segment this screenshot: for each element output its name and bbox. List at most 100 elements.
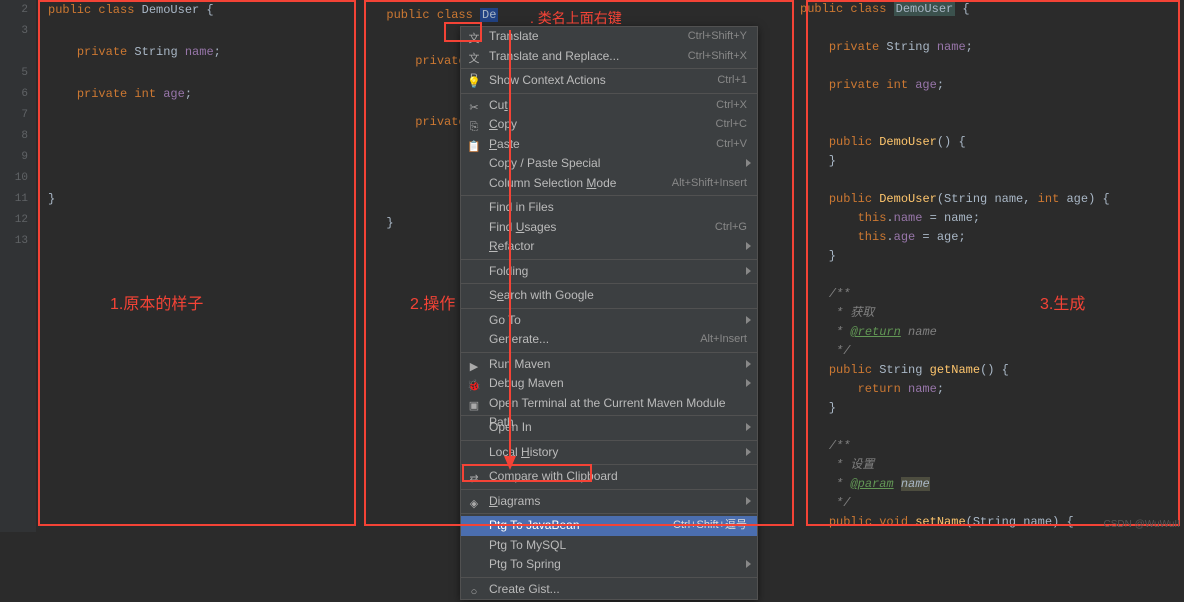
line-number: 12	[0, 210, 36, 231]
menu-item-paste[interactable]: 📋PasteCtrl+V	[461, 135, 757, 155]
menu-item-folding[interactable]: Folding	[461, 262, 757, 282]
code-line: /**	[800, 285, 1184, 304]
menu-icon: ◈	[467, 495, 481, 509]
context-menu[interactable]: 文TranslateCtrl+Shift+Y文RTranslate and Re…	[460, 26, 758, 600]
menu-item-open-terminal-at-the-current-maven-module-path[interactable]: ▣ Open Terminal at the Current Maven Modu…	[461, 394, 757, 414]
menu-item-diagrams[interactable]: ◈ Diagrams	[461, 492, 757, 512]
line-number: 6	[0, 84, 36, 105]
menu-item-column-selection-mode[interactable]: Column Selection Mode Alt+Shift+Insert	[461, 174, 757, 194]
menu-item-go-to[interactable]: Go To	[461, 311, 757, 331]
code-line: public class DemoUser {	[800, 0, 1184, 19]
menu-shortcut: Ctrl+V	[716, 135, 747, 155]
menu-item-find-in-files[interactable]: Find in Files	[461, 198, 757, 218]
code-line: private String name;	[800, 38, 1184, 57]
editor-panel-generated: public class DemoUser { private String n…	[800, 0, 1184, 532]
menu-icon: ▣	[467, 397, 481, 411]
menu-label: Find in Files	[489, 198, 554, 218]
code-area-before[interactable]: public class DemoUser { private String n…	[36, 0, 360, 210]
code-line	[800, 95, 1184, 114]
menu-separator	[461, 195, 757, 196]
menu-item-debug-maven[interactable]: 🐞Debug Maven	[461, 374, 757, 394]
menu-item-copy-paste-special[interactable]: Copy / Paste Special	[461, 154, 757, 174]
menu-separator	[461, 464, 757, 465]
menu-label: Go To	[489, 311, 521, 331]
menu-separator	[461, 308, 757, 309]
menu-item-cut[interactable]: ✂CutCtrl+X	[461, 96, 757, 116]
code-line: */	[800, 342, 1184, 361]
label-classname-hint: . 类名上面右键	[530, 8, 622, 28]
menu-item-open-in[interactable]: Open In	[461, 418, 757, 438]
menu-icon: 💡	[467, 74, 481, 88]
menu-item-run-maven[interactable]: ▶Run Maven	[461, 355, 757, 375]
code-line: */	[800, 494, 1184, 513]
submenu-arrow-icon	[746, 448, 751, 456]
submenu-arrow-icon	[746, 159, 751, 167]
menu-label: Refactor	[489, 237, 534, 257]
submenu-arrow-icon	[746, 316, 751, 324]
menu-item-find-usages[interactable]: Find UsagesCtrl+G	[461, 218, 757, 238]
code-line	[800, 266, 1184, 285]
editor-panel-before: 235678910111213 public class DemoUser { …	[0, 0, 360, 532]
menu-item-ptg-to-spring[interactable]: Ptg To Spring	[461, 555, 757, 575]
code-line: public String getName() {	[800, 361, 1184, 380]
menu-label: Ptg To MySQL	[489, 536, 566, 556]
menu-item-search-with-google[interactable]: Search with Google	[461, 286, 757, 306]
code-line: public DemoUser() {	[800, 133, 1184, 152]
menu-item-compare-with-clipboard[interactable]: ⇄Compare with Clipboard	[461, 467, 757, 487]
menu-separator	[461, 93, 757, 94]
menu-item-show-context-actions[interactable]: 💡Show Context ActionsCtrl+1	[461, 71, 757, 91]
menu-label: Open Terminal at the Current Maven Modul…	[489, 394, 747, 414]
code-line	[800, 114, 1184, 133]
menu-label: Paste	[489, 135, 520, 155]
menu-label: Translate	[489, 27, 539, 47]
menu-item-generate-[interactable]: Generate...Alt+Insert	[461, 330, 757, 350]
menu-item-translate[interactable]: 文TranslateCtrl+Shift+Y	[461, 27, 757, 47]
menu-shortcut: Alt+Insert	[700, 330, 747, 350]
menu-label: Column Selection Mode	[489, 174, 616, 194]
code-line: this.age = age;	[800, 228, 1184, 247]
submenu-arrow-icon	[746, 560, 751, 568]
line-gutter: 235678910111213	[0, 0, 36, 532]
submenu-arrow-icon	[746, 497, 751, 505]
menu-separator	[461, 577, 757, 578]
menu-shortcut: Ctrl+G	[715, 218, 747, 238]
submenu-arrow-icon	[746, 242, 751, 250]
menu-separator	[461, 259, 757, 260]
menu-shortcut: Ctrl+Shift+X	[688, 47, 747, 67]
menu-item-ptg-to-mysql[interactable]: Ptg To MySQL	[461, 536, 757, 556]
menu-item-local-history[interactable]: Local History	[461, 443, 757, 463]
menu-item-copy[interactable]: ⎘CopyCtrl+C	[461, 115, 757, 135]
code-line	[800, 19, 1184, 38]
menu-item-translate-and-replace-[interactable]: 文RTranslate and Replace...Ctrl+Shift+X	[461, 47, 757, 67]
code-line: * 设置	[800, 456, 1184, 475]
submenu-arrow-icon	[746, 360, 751, 368]
menu-shortcut: Ctrl+X	[716, 96, 747, 116]
menu-label: Create Gist...	[489, 580, 560, 600]
menu-shortcut: Alt+Shift+Insert	[672, 174, 747, 194]
menu-shortcut: Ctrl+C	[716, 115, 747, 135]
menu-label: Compare with Clipboard	[489, 467, 618, 487]
line-number: 9	[0, 147, 36, 168]
menu-label: Diagrams	[489, 492, 540, 512]
menu-item-refactor[interactable]: Refactor	[461, 237, 757, 257]
class-name-selected[interactable]: De	[480, 8, 498, 22]
menu-icon: ▶	[467, 358, 481, 372]
code-area-generated[interactable]: public class DemoUser { private String n…	[800, 0, 1184, 532]
label-operation: 2.操作	[410, 290, 455, 314]
label-original: 1.原本的样子	[110, 290, 203, 314]
menu-label: Debug Maven	[489, 374, 564, 394]
line-number: 7	[0, 105, 36, 126]
menu-item-ptg-to-javabean[interactable]: Ptg To JavaBean Ctrl+Shift+逗号	[461, 516, 757, 536]
code-line: return name;	[800, 380, 1184, 399]
code-line: this.name = name;	[800, 209, 1184, 228]
menu-label: Cut	[489, 96, 508, 116]
code-line	[800, 418, 1184, 437]
line-number: 11	[0, 189, 36, 210]
menu-item-create-gist-[interactable]: ○Create Gist...	[461, 580, 757, 600]
code-line: * @param name	[800, 475, 1184, 494]
line-number: 5	[0, 63, 36, 84]
menu-shortcut: Ctrl+Shift+逗号	[673, 516, 747, 536]
menu-separator	[461, 68, 757, 69]
menu-label: Ptg To JavaBean	[489, 516, 580, 536]
line-number: 10	[0, 168, 36, 189]
